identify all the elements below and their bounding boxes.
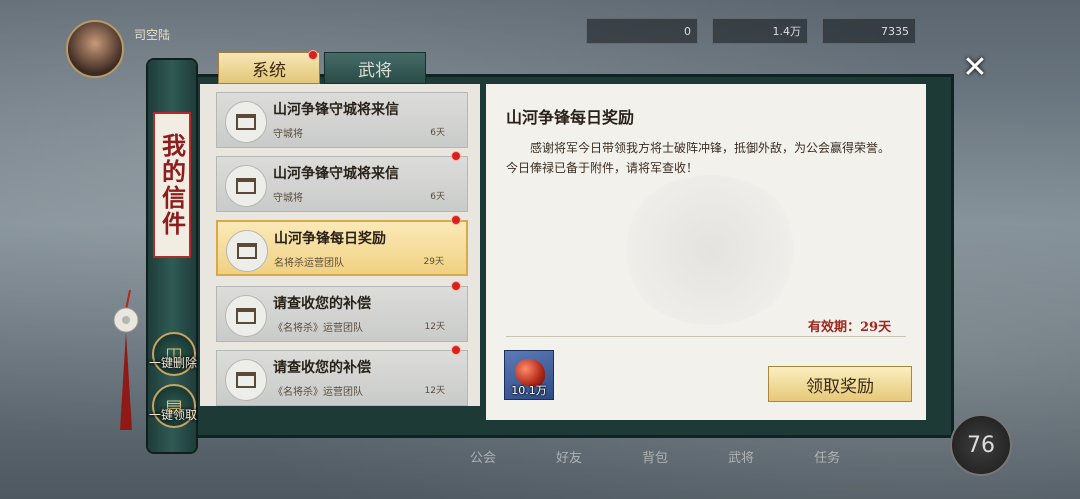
mail-item-4[interactable]: 请查收您的补偿 《名将杀》运营团队 12天 xyxy=(216,286,468,342)
nav-tasks[interactable]: 任务 xyxy=(814,447,840,466)
currency-display-1: 0 xyxy=(586,18,698,44)
mail-sender: 《名将杀》运营团队 xyxy=(273,387,363,398)
tab-system-notification-dot xyxy=(308,50,318,60)
bottom-nav: 公会 好友 背包 武将 任务 xyxy=(470,440,940,472)
mail-title: 山河争锋守城将来信 xyxy=(273,166,399,182)
mail-sender: 守城将 xyxy=(273,129,303,140)
player-avatar[interactable] xyxy=(66,20,124,78)
unread-dot xyxy=(451,151,461,161)
unread-dot xyxy=(451,345,461,355)
dragon-emblem-watermark xyxy=(620,175,800,325)
delete-all-label[interactable]: 一键删除 xyxy=(138,354,208,371)
level-badge: 76 xyxy=(950,414,1012,476)
mail-detail-title: 山河争锋每日奖励 xyxy=(506,108,635,127)
attachment-count: 10.1万 xyxy=(511,384,547,397)
attachment-item-slot[interactable]: 10.1万 xyxy=(504,350,554,400)
mail-title: 请查收您的补偿 xyxy=(273,360,371,376)
mail-title: 请查收您的补偿 xyxy=(273,296,371,312)
tab-generals[interactable]: 武将 xyxy=(324,52,426,84)
mail-days-left: 12天 xyxy=(424,322,445,332)
mail-detail-body: 感谢将军今日带领我方将士破阵冲锋，抵御外敌，为公会赢得荣誉。今日俸禄已备于附件，… xyxy=(506,141,891,175)
mail-days-left: 6天 xyxy=(430,128,445,138)
tab-system[interactable]: 系统 xyxy=(218,52,320,84)
detail-divider xyxy=(506,336,906,337)
mail-sender: 《名将杀》运营团队 xyxy=(273,323,363,334)
close-icon[interactable]: ✕ xyxy=(960,53,990,84)
mail-days-left: 6天 xyxy=(430,192,445,202)
nav-friends[interactable]: 好友 xyxy=(556,447,582,466)
validity-text: 有效期：29天 xyxy=(808,320,892,335)
mail-icon xyxy=(225,359,267,401)
nav-generals[interactable]: 武将 xyxy=(728,447,754,466)
mail-item-3[interactable]: 山河争锋每日奖励 名将杀运营团队 29天 xyxy=(216,220,468,276)
player-name: 司空陆 xyxy=(134,28,171,42)
mail-icon xyxy=(225,295,267,337)
mail-item-2[interactable]: 山河争锋守城将来信 守城将 6天 xyxy=(216,156,468,212)
mail-sender: 守城将 xyxy=(273,193,303,204)
mail-sender: 名将杀运营团队 xyxy=(274,258,344,269)
currency-display-3: 7335 xyxy=(822,18,916,44)
mail-days-left: 12天 xyxy=(424,386,445,396)
nav-bag[interactable]: 背包 xyxy=(642,447,668,466)
mail-icon xyxy=(226,230,268,272)
claim-reward-button[interactable]: 领取奖励 xyxy=(768,366,912,402)
claim-all-label[interactable]: 一键领取 xyxy=(138,406,208,423)
mail-icon xyxy=(225,165,267,207)
mail-item-5[interactable]: 请查收您的补偿 《名将杀》运营团队 12天 xyxy=(216,350,468,406)
unread-dot xyxy=(451,281,461,291)
mail-days-left: 29天 xyxy=(423,257,444,267)
mail-item-1[interactable]: 山河争锋守城将来信 守城将 6天 xyxy=(216,92,468,148)
mail-title: 山河争锋每日奖励 xyxy=(274,231,386,247)
mail-title: 山河争锋守城将来信 xyxy=(273,102,399,118)
currency-display-2: 1.4万 xyxy=(712,18,808,44)
nav-guild[interactable]: 公会 xyxy=(470,447,496,466)
mail-icon xyxy=(225,101,267,143)
unread-dot xyxy=(451,215,461,225)
scroll-title: 我的信件 xyxy=(153,112,191,258)
